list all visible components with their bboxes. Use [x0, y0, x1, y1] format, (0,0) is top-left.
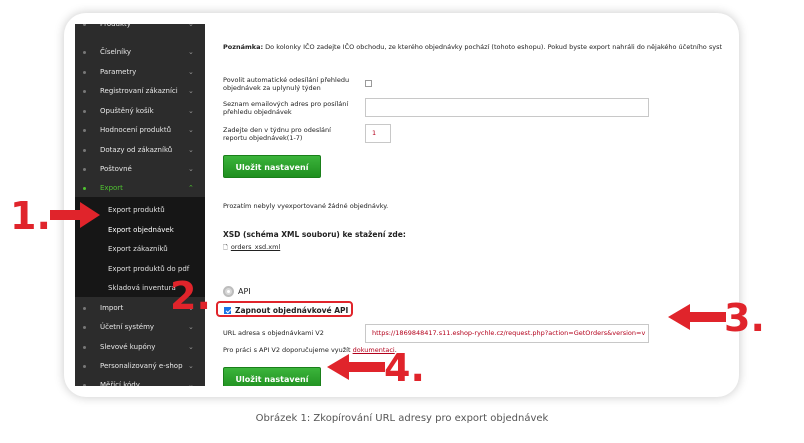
arrow-right-icon: [50, 202, 100, 228]
url-label: URL adresa s objednávkami V2: [223, 329, 324, 337]
bullet-icon: [83, 307, 86, 310]
bullet-icon: [83, 71, 86, 74]
save-settings-button-2[interactable]: Uložit nastavení: [223, 367, 321, 386]
step-2-label: 2.: [170, 274, 211, 318]
enable-api-checkbox[interactable]: [224, 307, 231, 314]
sidebar-item-registrovani-zakaznici[interactable]: Registrovaní zákazníci ⌄: [75, 82, 205, 101]
bullet-icon: [83, 149, 86, 152]
submenu-export-produktu[interactable]: Export produktů: [108, 204, 165, 216]
chevron-down-icon: ⌄: [188, 24, 194, 28]
chevron-down-icon: ⌄: [188, 165, 194, 173]
sidebar-item-dotazy-od-zakazniku[interactable]: Dotazy od zákazníků ⌄: [75, 141, 205, 160]
screenshot-frame: Produkty ⌄ Číselníky ⌄ Parametry ⌄ Regis…: [64, 13, 739, 397]
sidebar-item-produkty[interactable]: Produkty ⌄: [75, 24, 205, 34]
chevron-down-icon: ⌄: [188, 126, 194, 134]
chevron-down-icon: ⌄: [188, 68, 194, 76]
sidebar-item-slevove-kupony[interactable]: Slevové kupóny ⌄: [75, 338, 205, 357]
bullet-icon: [83, 168, 86, 171]
bullet-icon: [83, 326, 86, 329]
xsd-file-link[interactable]: 🗋 orders_xsd.xml: [223, 243, 280, 253]
chevron-up-icon: ⌃: [188, 184, 194, 192]
enable-api-label: Zapnout objednávkové API: [235, 306, 349, 315]
submenu-export-zakazniku[interactable]: Export zákazníků: [108, 243, 168, 255]
chevron-down-icon: ⌄: [188, 343, 194, 351]
sidebar-item-merici-kody[interactable]: Měřící kódy ⌄: [75, 376, 205, 386]
api-section: API: [223, 286, 251, 297]
sidebar-item-ciselniky[interactable]: Číselníky ⌄: [75, 43, 205, 62]
sidebar-item-hodnoceni-produktu[interactable]: Hodnocení produktů ⌄: [75, 121, 205, 140]
emails-input[interactable]: [365, 98, 649, 117]
sidebar-item-parametry[interactable]: Parametry ⌄: [75, 63, 205, 82]
bullet-icon: [83, 365, 86, 368]
gear-icon: [223, 286, 234, 297]
submenu-export-objednavek[interactable]: Export objednávek: [108, 224, 174, 236]
auto-send-checkbox[interactable]: [365, 80, 372, 87]
sidebar-item-postovne[interactable]: Poštovné ⌄: [75, 160, 205, 179]
chevron-down-icon: ⌄: [188, 323, 194, 331]
admin-viewport: Produkty ⌄ Číselníky ⌄ Parametry ⌄ Regis…: [75, 24, 729, 386]
arrow-left-icon: [668, 304, 726, 330]
sidebar-item-ucetni-systemy[interactable]: Účetní systémy ⌄: [75, 318, 205, 337]
chevron-down-icon: ⌄: [188, 107, 194, 115]
bullet-icon: [83, 90, 86, 93]
step-4-label: 4.: [384, 346, 425, 390]
chevron-down-icon: ⌄: [188, 48, 194, 56]
bullet-icon: [83, 129, 86, 132]
orders-url-input[interactable]: https://1869848417.s11.eshop-rychle.cz/r…: [365, 324, 649, 343]
sidebar-item-personalizovany-eshop[interactable]: Personalizovaný e-shop ⌄: [75, 357, 205, 376]
auto-send-label: Povolit automatické odesílání přehledu o…: [223, 76, 350, 92]
bullet-icon: [83, 110, 86, 113]
bullet-icon: [83, 187, 86, 190]
day-label: Zadejte den v týdnu pro odeslání reportu…: [223, 126, 331, 142]
no-exports-text: Prozatím nebyly vyexportované žádné obje…: [223, 202, 389, 210]
xsd-title: XSD (schéma XML souboru) ke stažení zde:: [223, 230, 406, 239]
chevron-down-icon: ⌄: [188, 362, 194, 370]
bullet-icon: [83, 51, 86, 54]
chevron-down-icon: ⌄: [188, 146, 194, 154]
emails-label: Seznam emailových adres pro posílání pře…: [223, 100, 349, 116]
bullet-icon: [83, 346, 86, 349]
chevron-down-icon: ⌄: [188, 381, 194, 386]
chevron-down-icon: ⌄: [188, 87, 194, 95]
submenu-skladova-inventura[interactable]: Skladová inventura: [108, 282, 176, 294]
step-3-label: 3.: [724, 296, 765, 340]
export-content: Poznámka: Do kolonky IČO zadejte IČO obc…: [214, 24, 729, 386]
arrow-left-icon-2: [327, 354, 385, 380]
step-1-label: 1.: [10, 194, 51, 238]
note-text: Poznámka: Do kolonky IČO zadejte IČO obc…: [223, 43, 723, 51]
figure-caption: Obrázek 1: Zkopírování URL adresy pro ex…: [255, 413, 549, 424]
save-settings-button[interactable]: Uložit nastavení: [223, 155, 321, 178]
sidebar-item-opusteny-kosik[interactable]: Opuštěný košík ⌄: [75, 102, 205, 121]
bullet-icon: [83, 24, 86, 26]
file-icon: 🗋: [223, 244, 228, 251]
bullet-icon: [83, 384, 86, 386]
sidebar-item-export[interactable]: Export ⌃: [75, 179, 205, 198]
day-input[interactable]: 1: [365, 124, 391, 143]
